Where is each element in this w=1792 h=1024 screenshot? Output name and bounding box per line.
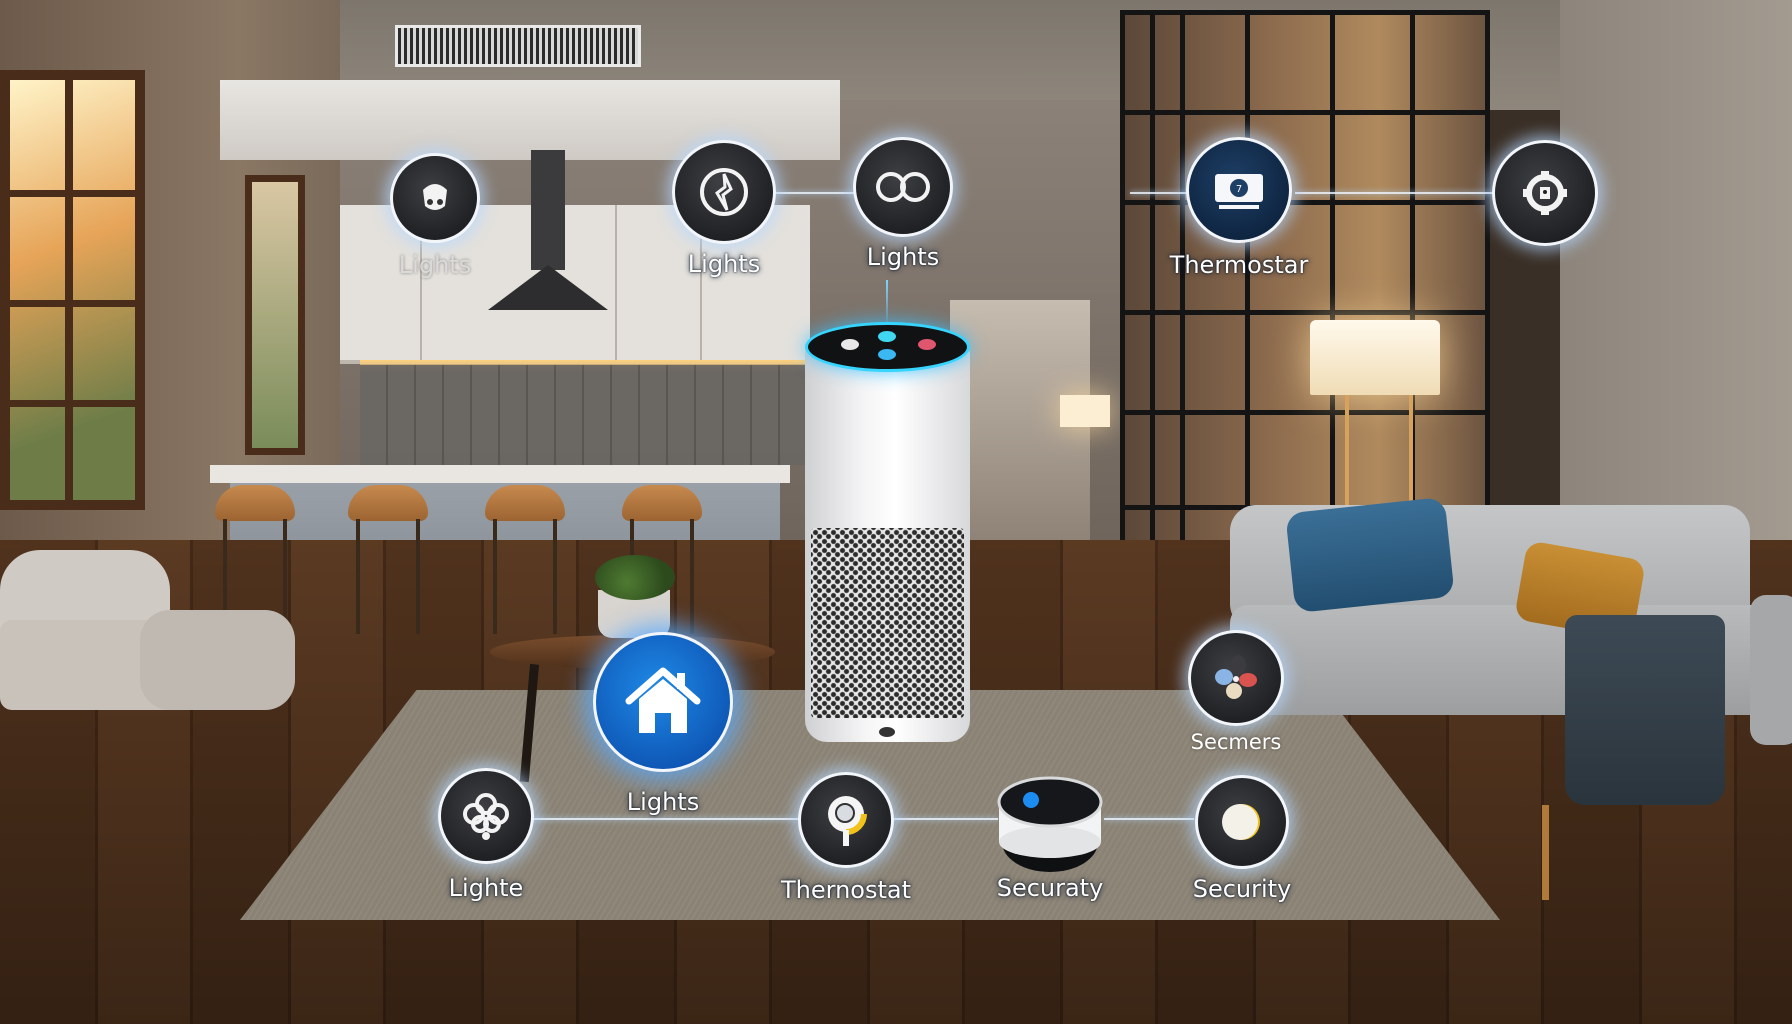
node-label: Lighte: [448, 874, 524, 902]
node-sensors[interactable]: Secmers: [1188, 630, 1284, 754]
armchair: [0, 550, 300, 720]
thermostar-button[interactable]: 7: [1186, 137, 1292, 243]
node-label: Lights: [866, 243, 940, 271]
lightbulb-icon: [423, 184, 447, 210]
node-label: Secmers: [1190, 730, 1282, 754]
bar-stool: [485, 485, 565, 635]
node-label: Thernostat: [780, 876, 912, 904]
sensors-icon: [1215, 655, 1257, 699]
lights-button[interactable]: [853, 137, 953, 237]
throw-blanket: [1565, 615, 1725, 805]
connector-line: [1130, 192, 1190, 194]
node-security-top[interactable]: [1492, 140, 1598, 246]
connector-line: [1295, 192, 1495, 194]
home-button[interactable]: [593, 632, 733, 772]
volume-icon[interactable]: [918, 339, 936, 350]
speaker-light-ring: [805, 322, 970, 372]
bar-stool: [348, 485, 428, 635]
connector-line: [1104, 818, 1194, 820]
floor-lamp: [1310, 320, 1440, 395]
backsplash: [360, 365, 810, 465]
node-label: Lights: [687, 250, 761, 278]
node-label: Thermostar: [1169, 251, 1309, 279]
mute-icon[interactable]: [841, 339, 859, 350]
action-icon[interactable]: [878, 331, 896, 342]
kitchen-counter: [210, 465, 790, 483]
security-button[interactable]: [1195, 775, 1289, 869]
connector-line: [765, 192, 863, 194]
speaker-grille: [811, 528, 964, 718]
device-logo: [879, 727, 895, 737]
air-vent: [395, 25, 641, 67]
node-thermostat[interactable]: Thernostat: [781, 772, 911, 904]
lights-button[interactable]: [438, 768, 534, 864]
blue-pillow: [1285, 496, 1455, 614]
echo-dot-icon: [997, 776, 1103, 872]
node-label: Lights: [398, 251, 472, 279]
light-control-icon: [700, 168, 748, 216]
thermostat-dial-icon: [828, 796, 867, 846]
infinity-icon: [876, 172, 930, 202]
potted-plant: [595, 555, 675, 600]
node-label: Security: [1192, 875, 1292, 903]
node-thermostar[interactable]: 7 Thermostar: [1170, 137, 1308, 279]
smart-speaker[interactable]: [805, 322, 970, 754]
sensors-button[interactable]: [1188, 630, 1284, 726]
security-button[interactable]: [993, 768, 1107, 882]
speaker-beam: [886, 280, 888, 326]
node-home-hub[interactable]: Lights: [593, 632, 733, 816]
flower-light-icon: [463, 793, 509, 840]
home-icon: [625, 667, 701, 733]
node-label: Securaty: [996, 874, 1104, 902]
side-window: [245, 175, 305, 455]
smart-home-scene: Lights Lights Lights 7 Thermostar Secmer…: [0, 0, 1792, 1024]
hall-lamp: [1060, 395, 1110, 427]
right-wall: [1560, 0, 1792, 560]
camera-icon: 7: [1215, 174, 1263, 209]
node-security[interactable]: Security: [1193, 775, 1291, 903]
node-lights-1[interactable]: Lights: [390, 153, 480, 279]
node-security-dot[interactable]: Securaty: [993, 768, 1107, 902]
node-lights-bottom[interactable]: Lighte: [438, 768, 534, 902]
moon-sensor-icon: [1222, 804, 1260, 840]
listen-icon[interactable]: [878, 349, 896, 360]
range-hood: [488, 150, 608, 330]
lights-button[interactable]: [390, 153, 480, 243]
svg-text:7: 7: [1236, 184, 1242, 195]
node-lights-3[interactable]: Lights: [853, 137, 953, 271]
node-label: Lights: [626, 788, 700, 816]
lights-button[interactable]: [672, 140, 776, 244]
node-lights-2[interactable]: Lights: [672, 140, 776, 278]
left-window: [0, 70, 145, 510]
thermostat-button[interactable]: [798, 772, 894, 868]
connector-line: [528, 818, 798, 820]
lock-gear-icon: [1523, 171, 1567, 215]
security-button[interactable]: [1492, 140, 1598, 246]
